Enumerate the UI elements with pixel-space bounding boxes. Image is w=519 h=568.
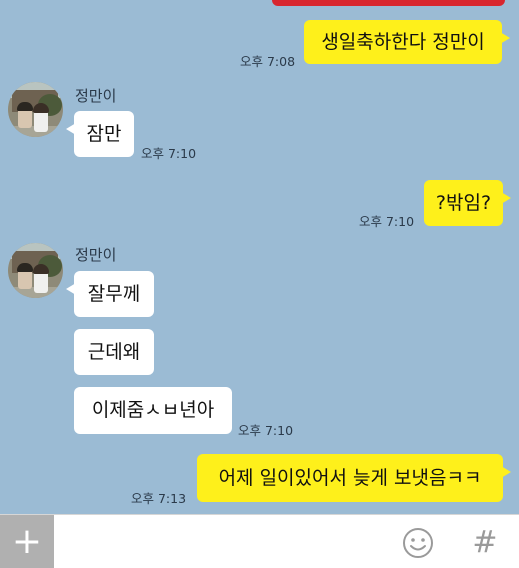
my-message-bubble[interactable]: ?밖임? bbox=[424, 180, 511, 226]
chat-area[interactable]: 오후 7:08 생일축하한다 정만이 정만이 잠만 오후 7:10 오후 7:1… bbox=[0, 0, 519, 514]
message-input[interactable] bbox=[58, 519, 382, 566]
contact-avatar[interactable] bbox=[8, 243, 63, 298]
smiley-icon[interactable] bbox=[402, 527, 434, 559]
my-message-bubble[interactable]: 생일축하한다 정만이 bbox=[304, 20, 510, 64]
their-message-bubble[interactable]: 잘무께 bbox=[66, 271, 154, 317]
contact-name: 정만이 bbox=[75, 246, 117, 264]
message-time: 오후 7:08 bbox=[240, 54, 296, 69]
message-time: 오후 7:10 bbox=[359, 214, 415, 229]
my-message-bubble[interactable]: 어제 일이있어서 늦게 보냇음ㅋㅋ bbox=[197, 454, 511, 502]
message-time: 오후 7:13 bbox=[131, 491, 187, 506]
previous-message-fragment bbox=[272, 0, 505, 6]
message-time: 오후 7:10 bbox=[238, 423, 294, 438]
their-message-bubble[interactable]: 잠만 bbox=[66, 111, 134, 157]
hash-icon[interactable]: # bbox=[468, 523, 502, 561]
message-time: 오후 7:10 bbox=[141, 146, 197, 161]
contact-name: 정만이 bbox=[75, 87, 117, 105]
plus-icon[interactable]: + bbox=[0, 515, 54, 568]
contact-avatar[interactable] bbox=[8, 82, 63, 137]
message-input-bar: + # bbox=[0, 514, 519, 568]
their-message-bubble[interactable]: 근데왜 bbox=[74, 329, 154, 375]
their-message-bubble[interactable]: 이제줌ㅅㅂ년아 bbox=[74, 387, 232, 434]
